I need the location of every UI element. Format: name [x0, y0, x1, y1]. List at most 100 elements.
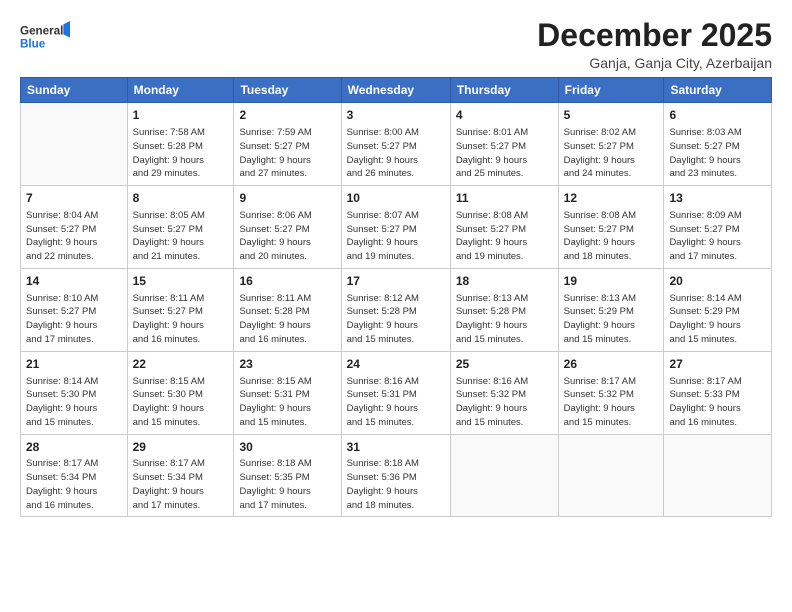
- day-number: 4: [456, 107, 553, 124]
- day-info: Sunrise: 8:13 AM Sunset: 5:29 PM Dayligh…: [564, 292, 659, 347]
- day-info: Sunrise: 8:13 AM Sunset: 5:28 PM Dayligh…: [456, 292, 553, 347]
- calendar-cell: [664, 434, 772, 517]
- day-info: Sunrise: 8:00 AM Sunset: 5:27 PM Dayligh…: [347, 126, 445, 181]
- header: General Blue December 2025 Ganja, Ganja …: [20, 18, 772, 71]
- day-info: Sunrise: 8:16 AM Sunset: 5:31 PM Dayligh…: [347, 375, 445, 430]
- day-number: 9: [239, 190, 335, 207]
- day-number: 7: [26, 190, 122, 207]
- day-number: 2: [239, 107, 335, 124]
- calendar-cell: 13 Sunrise: 8:09 AM Sunset: 5:27 PM Dayli…: [664, 186, 772, 269]
- day-info: Sunrise: 8:03 AM Sunset: 5:27 PM Dayligh…: [669, 126, 766, 181]
- calendar-cell: [450, 434, 558, 517]
- day-number: 1: [133, 107, 229, 124]
- calendar-cell: 18 Sunrise: 8:13 AM Sunset: 5:28 PM Dayli…: [450, 268, 558, 351]
- day-info: Sunrise: 8:18 AM Sunset: 5:35 PM Dayligh…: [239, 457, 335, 512]
- calendar-cell: 10 Sunrise: 8:07 AM Sunset: 5:27 PM Dayli…: [341, 186, 450, 269]
- calendar-cell: 22 Sunrise: 8:15 AM Sunset: 5:30 PM Dayli…: [127, 351, 234, 434]
- day-info: Sunrise: 8:08 AM Sunset: 5:27 PM Dayligh…: [564, 209, 659, 264]
- day-info: Sunrise: 8:17 AM Sunset: 5:34 PM Dayligh…: [26, 457, 122, 512]
- calendar-cell: 16 Sunrise: 8:11 AM Sunset: 5:28 PM Dayli…: [234, 268, 341, 351]
- calendar-cell: 31Sunrise: 8:18 AM Sunset: 5:36 PM Dayli…: [341, 434, 450, 517]
- day-number: 5: [564, 107, 659, 124]
- calendar-cell: 6Sunrise: 8:03 AM Sunset: 5:27 PM Daylig…: [664, 103, 772, 186]
- day-info: Sunrise: 8:11 AM Sunset: 5:28 PM Dayligh…: [239, 292, 335, 347]
- calendar-week-row: 1 Sunrise: 7:58 AM Sunset: 5:28 PM Daylig…: [21, 103, 772, 186]
- day-number: 16: [239, 273, 335, 290]
- day-number: 20: [669, 273, 766, 290]
- day-info: Sunrise: 8:12 AM Sunset: 5:28 PM Dayligh…: [347, 292, 445, 347]
- day-number: 19: [564, 273, 659, 290]
- day-info: Sunrise: 8:17 AM Sunset: 5:34 PM Dayligh…: [133, 457, 229, 512]
- calendar-cell: 11 Sunrise: 8:08 AM Sunset: 5:27 PM Dayli…: [450, 186, 558, 269]
- weekday-header: Wednesday: [341, 78, 450, 103]
- day-number: 17: [347, 273, 445, 290]
- day-number: 23: [239, 356, 335, 373]
- day-info: Sunrise: 8:08 AM Sunset: 5:27 PM Dayligh…: [456, 209, 553, 264]
- day-info: Sunrise: 8:11 AM Sunset: 5:27 PM Dayligh…: [133, 292, 229, 347]
- weekday-header: Sunday: [21, 78, 128, 103]
- calendar-cell: 29Sunrise: 8:17 AM Sunset: 5:34 PM Dayli…: [127, 434, 234, 517]
- day-number: 12: [564, 190, 659, 207]
- calendar-cell: 8Sunrise: 8:05 AM Sunset: 5:27 PM Daylig…: [127, 186, 234, 269]
- day-info: Sunrise: 8:14 AM Sunset: 5:29 PM Dayligh…: [669, 292, 766, 347]
- day-number: 13: [669, 190, 766, 207]
- calendar-header-row: SundayMondayTuesdayWednesdayThursdayFrid…: [21, 78, 772, 103]
- day-number: 22: [133, 356, 229, 373]
- weekday-header: Thursday: [450, 78, 558, 103]
- day-number: 3: [347, 107, 445, 124]
- day-number: 30: [239, 439, 335, 456]
- calendar-cell: 25Sunrise: 8:16 AM Sunset: 5:32 PM Dayli…: [450, 351, 558, 434]
- day-number: 15: [133, 273, 229, 290]
- day-info: Sunrise: 8:07 AM Sunset: 5:27 PM Dayligh…: [347, 209, 445, 264]
- calendar-cell: 21Sunrise: 8:14 AM Sunset: 5:30 PM Dayli…: [21, 351, 128, 434]
- title-block: December 2025 Ganja, Ganja City, Azerbai…: [537, 18, 772, 71]
- calendar-cell: 15 Sunrise: 8:11 AM Sunset: 5:27 PM Dayli…: [127, 268, 234, 351]
- day-number: 21: [26, 356, 122, 373]
- calendar-cell: 1 Sunrise: 7:58 AM Sunset: 5:28 PM Daylig…: [127, 103, 234, 186]
- weekday-header: Tuesday: [234, 78, 341, 103]
- day-number: 14: [26, 273, 122, 290]
- calendar-week-row: 7 Sunrise: 8:04 AM Sunset: 5:27 PM Daylig…: [21, 186, 772, 269]
- calendar-week-row: 14 Sunrise: 8:10 AM Sunset: 5:27 PM Dayli…: [21, 268, 772, 351]
- calendar-cell: [21, 103, 128, 186]
- day-info: Sunrise: 8:04 AM Sunset: 5:27 PM Dayligh…: [26, 209, 122, 264]
- calendar-table: SundayMondayTuesdayWednesdayThursdayFrid…: [20, 77, 772, 517]
- day-info: Sunrise: 8:10 AM Sunset: 5:27 PM Dayligh…: [26, 292, 122, 347]
- logo-svg: General Blue: [20, 18, 70, 54]
- weekday-header: Friday: [558, 78, 664, 103]
- day-info: Sunrise: 8:06 AM Sunset: 5:27 PM Dayligh…: [239, 209, 335, 264]
- day-info: Sunrise: 8:15 AM Sunset: 5:30 PM Dayligh…: [133, 375, 229, 430]
- day-number: 10: [347, 190, 445, 207]
- calendar-cell: 30Sunrise: 8:18 AM Sunset: 5:35 PM Dayli…: [234, 434, 341, 517]
- day-info: Sunrise: 8:17 AM Sunset: 5:33 PM Dayligh…: [669, 375, 766, 430]
- day-info: Sunrise: 8:02 AM Sunset: 5:27 PM Dayligh…: [564, 126, 659, 181]
- day-number: 18: [456, 273, 553, 290]
- calendar-cell: 14 Sunrise: 8:10 AM Sunset: 5:27 PM Dayli…: [21, 268, 128, 351]
- day-number: 25: [456, 356, 553, 373]
- day-info: Sunrise: 8:09 AM Sunset: 5:27 PM Dayligh…: [669, 209, 766, 264]
- day-number: 28: [26, 439, 122, 456]
- day-number: 31: [347, 439, 445, 456]
- day-number: 27: [669, 356, 766, 373]
- calendar-cell: 20 Sunrise: 8:14 AM Sunset: 5:29 PM Dayli…: [664, 268, 772, 351]
- calendar-cell: 9 Sunrise: 8:06 AM Sunset: 5:27 PM Daylig…: [234, 186, 341, 269]
- calendar-cell: 12 Sunrise: 8:08 AM Sunset: 5:27 PM Dayli…: [558, 186, 664, 269]
- calendar-cell: 24Sunrise: 8:16 AM Sunset: 5:31 PM Dayli…: [341, 351, 450, 434]
- calendar-cell: 17 Sunrise: 8:12 AM Sunset: 5:28 PM Dayli…: [341, 268, 450, 351]
- day-info: Sunrise: 8:17 AM Sunset: 5:32 PM Dayligh…: [564, 375, 659, 430]
- day-info: Sunrise: 8:15 AM Sunset: 5:31 PM Dayligh…: [239, 375, 335, 430]
- calendar-week-row: 28Sunrise: 8:17 AM Sunset: 5:34 PM Dayli…: [21, 434, 772, 517]
- calendar-cell: 27 Sunrise: 8:17 AM Sunset: 5:33 PM Dayli…: [664, 351, 772, 434]
- day-info: Sunrise: 7:58 AM Sunset: 5:28 PM Dayligh…: [133, 126, 229, 181]
- calendar-cell: 2Sunrise: 7:59 AM Sunset: 5:27 PM Daylig…: [234, 103, 341, 186]
- day-number: 11: [456, 190, 553, 207]
- calendar-cell: 28Sunrise: 8:17 AM Sunset: 5:34 PM Dayli…: [21, 434, 128, 517]
- page: General Blue December 2025 Ganja, Ganja …: [0, 0, 792, 612]
- day-info: Sunrise: 8:01 AM Sunset: 5:27 PM Dayligh…: [456, 126, 553, 181]
- svg-text:General: General: [20, 24, 63, 37]
- weekday-header: Saturday: [664, 78, 772, 103]
- calendar-cell: 23 Sunrise: 8:15 AM Sunset: 5:31 PM Dayli…: [234, 351, 341, 434]
- logo: General Blue: [20, 18, 70, 54]
- calendar-cell: 19 Sunrise: 8:13 AM Sunset: 5:29 PM Dayli…: [558, 268, 664, 351]
- calendar-cell: 3 Sunrise: 8:00 AM Sunset: 5:27 PM Daylig…: [341, 103, 450, 186]
